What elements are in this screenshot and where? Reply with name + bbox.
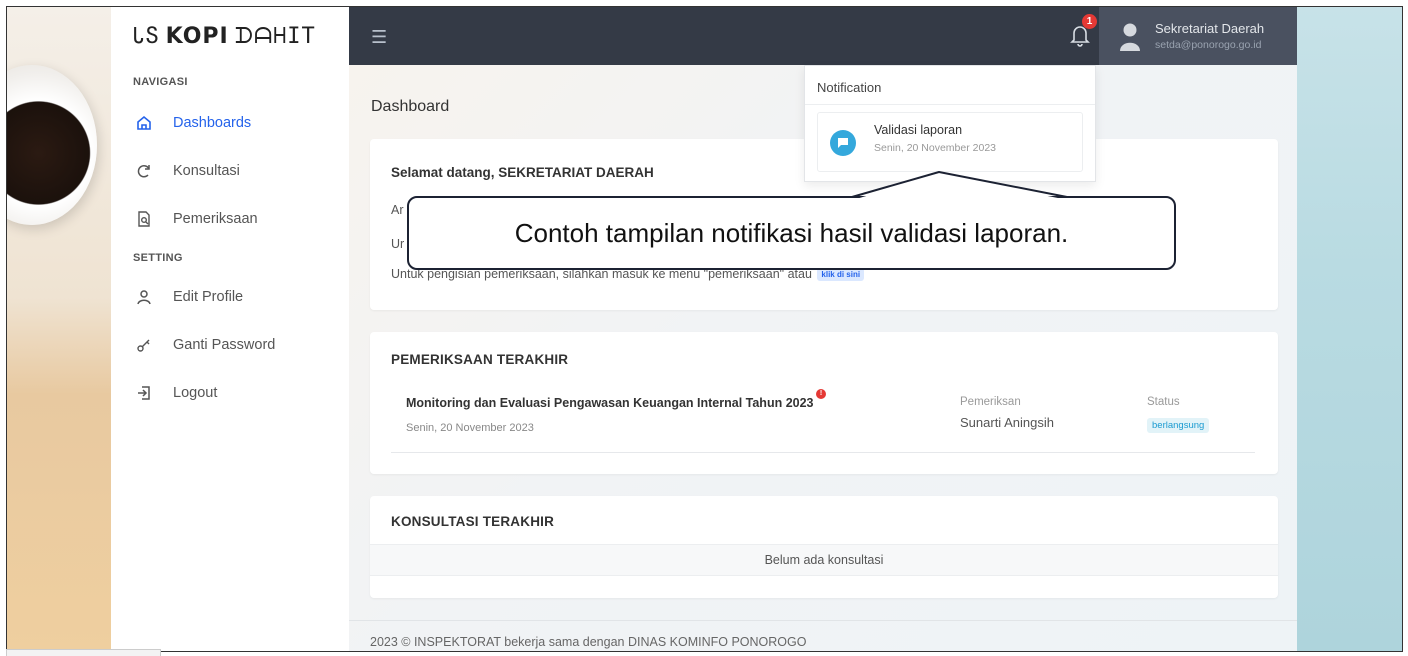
logo-part-1: ᏓՏ: [133, 23, 160, 49]
sidebar: ᏓՏ KOPI ᗪᗩᕼIT NAVIGASI Dashboards Konsul…: [111, 7, 349, 651]
callout-box: Contoh tampilan notifikasi hasil validas…: [407, 196, 1176, 270]
notification-item-title: Validasi laporan: [874, 123, 963, 137]
sidebar-item-label: Pemeriksaan: [173, 211, 258, 227]
page-title: Dashboard: [371, 98, 450, 115]
message-icon: [830, 130, 856, 156]
user-icon: [135, 288, 153, 306]
welcome-line-1: Ar: [391, 203, 404, 217]
empty-consultation-row: Belum ada konsultasi: [370, 544, 1278, 576]
user-email: setda@ponorogo.go.id: [1155, 39, 1262, 51]
exam-alert-badge: !: [816, 389, 826, 399]
footer-text: 2023 © INSPEKTORAT bekerja sama dengan D…: [370, 635, 807, 649]
user-avatar-icon: [1119, 21, 1141, 51]
sidebar-item-label: Logout: [173, 385, 218, 401]
sidebar-item-edit-profile[interactable]: Edit Profile: [111, 273, 349, 321]
background-right: [1297, 7, 1402, 651]
sidebar-item-konsultasi[interactable]: Konsultasi: [111, 147, 349, 195]
welcome-line-2: Ur: [391, 237, 405, 251]
notification-count-badge: 1: [1082, 14, 1097, 29]
pemeriksa-label: Pemeriksan: [960, 396, 1021, 408]
logout-icon: [135, 384, 153, 402]
last-exam-title: PEMERIKSAAN TERAKHIR: [391, 352, 569, 367]
logo-part-2: KOPI: [165, 23, 229, 49]
exam-date: Senin, 20 November 2023: [406, 422, 534, 434]
user-menu[interactable]: Sekretariat Daerah setda@ponorogo.go.id: [1099, 7, 1297, 65]
user-info: Sekretariat Daerah setda@ponorogo.go.id: [1155, 21, 1264, 51]
notification-divider: [805, 104, 1095, 105]
sidebar-item-ganti-password[interactable]: Ganti Password: [111, 321, 349, 369]
callout-text: Contoh tampilan notifikasi hasil validas…: [514, 217, 1069, 248]
sidebar-item-label: Ganti Password: [173, 337, 276, 353]
document-search-icon: [135, 210, 153, 228]
welcome-title: Selamat datang, SEKRETARIAT DAERAH: [391, 165, 654, 180]
topbar: ☰ 1 Sekretariat Daerah setda@ponorogo.go…: [349, 7, 1297, 65]
exam-divider: [391, 452, 1255, 453]
klik-di-sini-link[interactable]: klik di sini: [817, 268, 865, 282]
footer-divider: [349, 620, 1297, 621]
status-badge: berlangsung: [1147, 418, 1210, 433]
sidebar-item-pemeriksaan[interactable]: Pemeriksaan: [111, 195, 349, 243]
app-logo[interactable]: ᏓՏ KOPI ᗪᗩᕼIT: [111, 7, 349, 65]
user-name: Sekretariat Daerah: [1155, 21, 1265, 36]
notification-item-date: Senin, 20 November 2023: [874, 142, 996, 154]
notification-dropdown: Notification Validasi laporan Senin, 20 …: [804, 65, 1096, 182]
screenshot-frame: ᏓՏ KOPI ᗪᗩᕼIT NAVIGASI Dashboards Konsul…: [6, 6, 1403, 652]
last-consultation-title: KONSULTASI TERAKHIR: [391, 514, 555, 529]
sidebar-item-dashboards[interactable]: Dashboards: [111, 99, 349, 147]
refresh-icon: [135, 162, 153, 180]
notification-header: Notification: [817, 80, 882, 95]
sidebar-item-label: Edit Profile: [173, 289, 244, 305]
notification-item[interactable]: Validasi laporan Senin, 20 November 2023: [817, 112, 1083, 172]
sidebar-item-logout[interactable]: Logout: [111, 369, 349, 417]
section-label-setting: SETTING: [133, 252, 183, 264]
exam-name-link[interactable]: Monitoring dan Evaluasi Pengawasan Keuan…: [406, 396, 814, 410]
bottom-tab-fragment: [6, 649, 161, 656]
status-label: Status: [1147, 396, 1180, 408]
sidebar-item-label: Dashboards: [173, 115, 252, 131]
logo-part-3: ᗪᗩᕼIT: [234, 23, 316, 49]
pemeriksa-value: Sunarti Aningsih: [960, 415, 1054, 430]
last-consultation-card: KONSULTASI TERAKHIR Belum ada konsultasi: [370, 496, 1278, 598]
key-icon: [135, 336, 153, 354]
sidebar-item-label: Konsultasi: [173, 163, 240, 179]
last-exam-card: PEMERIKSAAN TERAKHIR Monitoring dan Eval…: [370, 332, 1278, 474]
hamburger-menu-icon[interactable]: ☰: [371, 27, 387, 48]
home-icon: [135, 114, 153, 132]
section-label-navigasi: NAVIGASI: [133, 76, 188, 88]
